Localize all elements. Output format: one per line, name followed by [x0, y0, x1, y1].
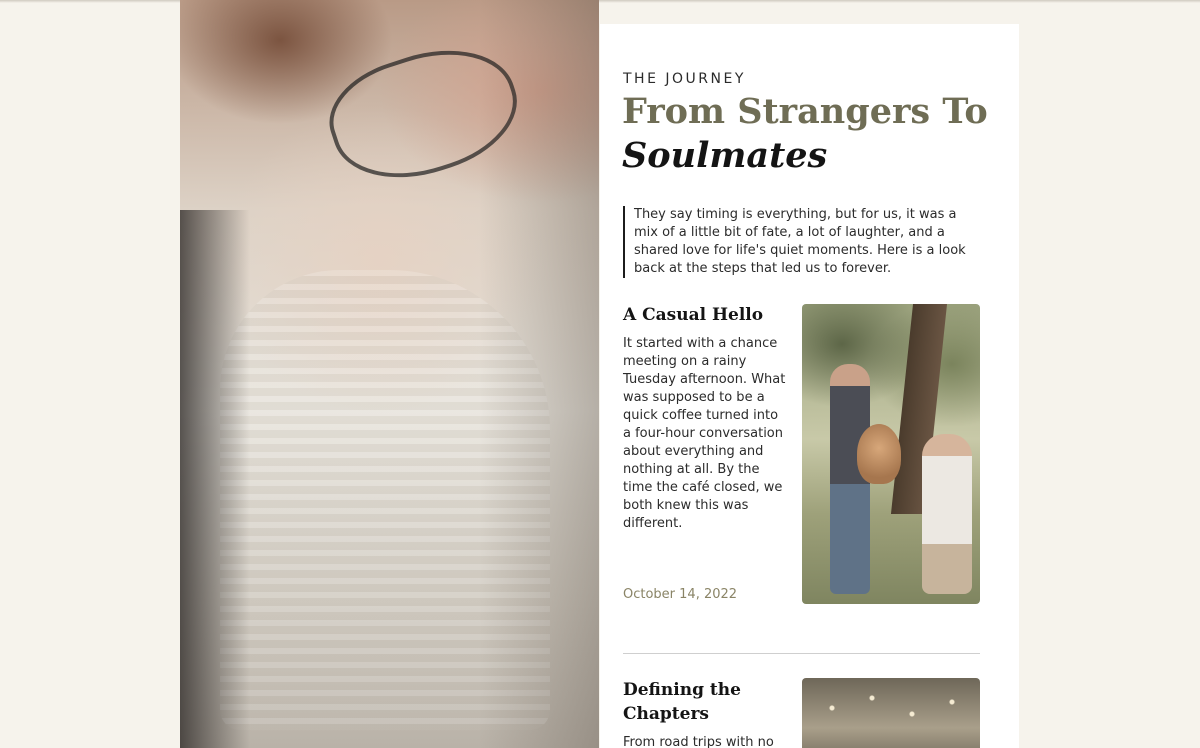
story-body: From road trips with no destination to q…: [623, 735, 774, 748]
headline-line-1: From Strangers To: [622, 91, 988, 132]
section-headline: From Strangers To Soulmates: [622, 90, 988, 178]
story-photo-venue: [802, 678, 980, 748]
journey-card: THE JOURNEY From Strangers To Soulmates …: [600, 24, 1019, 748]
photo-shadow-left: [180, 210, 250, 748]
story-item: Defining the Chapters From road trips wi…: [623, 653, 980, 748]
bouquet-shape: [857, 424, 901, 484]
headline-line-2: Soulmates: [622, 135, 828, 176]
woman-figure-shape: [922, 434, 972, 594]
story-date: October 14, 2022: [623, 587, 738, 602]
couple-hero-photo: [180, 0, 599, 748]
story-body: It started with a chance meeting on a ra…: [623, 336, 786, 531]
story-photo-proposal: [802, 304, 980, 604]
photo-shadow-right: [479, 0, 599, 748]
story-title: Defining the Chapters: [623, 680, 741, 724]
story-title: A Casual Hello: [623, 305, 764, 325]
story-item: A Casual Hello It started with a chance …: [623, 303, 980, 629]
section-eyebrow: THE JOURNEY: [623, 71, 746, 87]
intro-quote: They say timing is everything, but for u…: [623, 206, 976, 278]
